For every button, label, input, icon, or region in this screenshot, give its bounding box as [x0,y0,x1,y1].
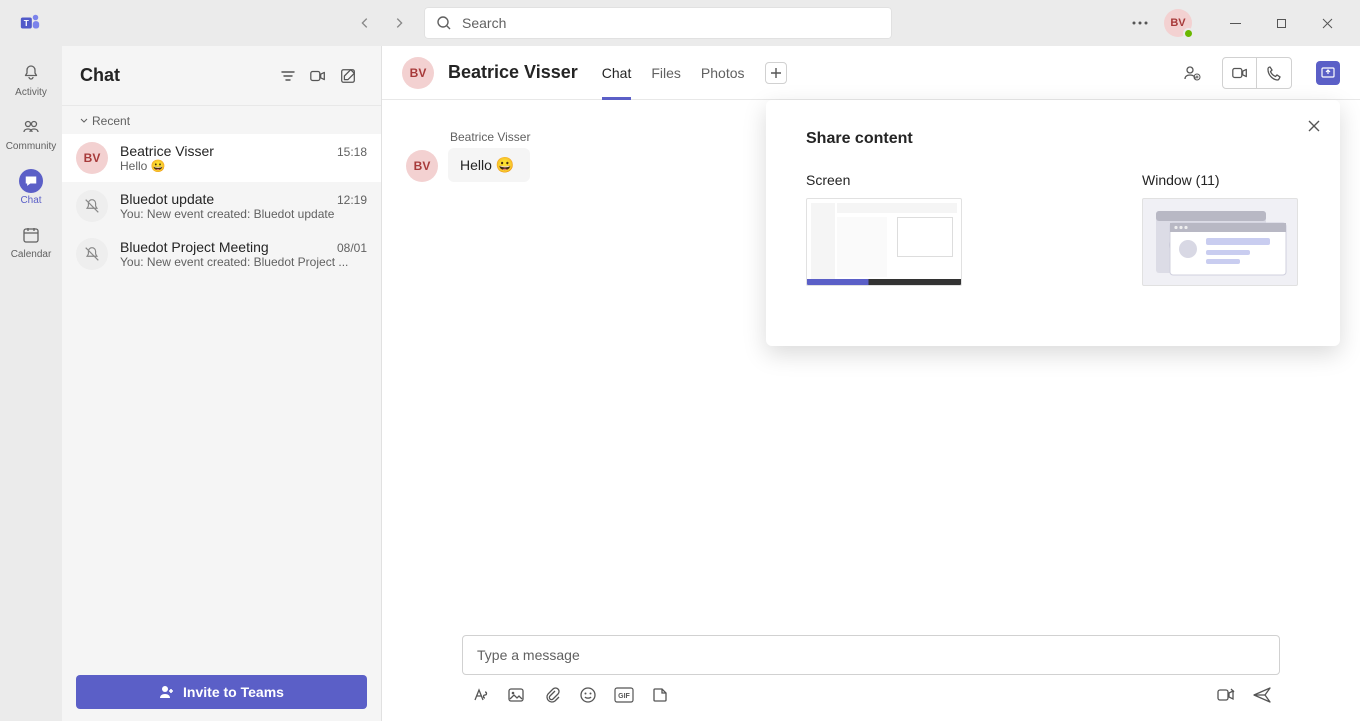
search-placeholder: Search [462,15,506,31]
tab-chat[interactable]: Chat [602,46,632,99]
video-clip-button[interactable] [1216,685,1236,705]
chat-item-title: Bluedot update [120,191,214,207]
share-content-popup: Share content Screen Window (11) [766,100,1340,346]
meet-now-button[interactable] [303,61,333,91]
search-icon [436,15,452,31]
people-icon [19,115,43,139]
sticker-button[interactable] [650,685,670,705]
chat-item-preview: You: New event created: Bluedot Project … [120,255,367,269]
attach-button[interactable] [542,685,562,705]
bell-icon [19,61,43,85]
calendar-icon [19,223,43,247]
composer-area: Type a message GIF [382,635,1360,721]
chat-list-header: Chat [62,46,381,106]
chat-icon [19,169,43,193]
chat-list-panel: Chat Recent BV Beatrice Visser 15:18 Hell… [62,46,382,721]
screen-thumbnail [806,198,962,286]
conversation-pane: BV Beatrice Visser Chat Files Photos BV … [382,46,1360,721]
title-bar: T Search BV [0,0,1360,46]
add-tab-button[interactable] [765,62,787,84]
share-screen-button[interactable] [1316,61,1340,85]
message-avatar: BV [406,150,438,182]
message-bubble[interactable]: Hello 😀 [448,148,530,182]
chat-item-time: 15:18 [337,145,367,159]
svg-text:GIF: GIF [618,693,630,700]
emoji-button[interactable] [578,685,598,705]
rail-calendar[interactable]: Calendar [0,214,62,268]
window-maximize-button[interactable] [1258,7,1304,39]
svg-text:T: T [24,19,29,28]
conversation-avatar: BV [402,57,434,89]
muted-icon [76,238,108,270]
search-input[interactable]: Search [424,7,892,39]
rail-community[interactable]: Community [0,106,62,160]
chat-list-title: Chat [80,65,273,86]
avatar: BV [76,142,108,174]
rail-activity[interactable]: Activity [0,52,62,106]
window-thumbnail [1142,198,1298,286]
chat-item-time: 08/01 [337,241,367,255]
chat-item-bluedot-update[interactable]: Bluedot update 12:19 You: New event creat… [62,182,381,230]
message-input[interactable]: Type a message [462,635,1280,675]
rail-chat[interactable]: Chat [0,160,62,214]
share-screen-option[interactable]: Screen [806,172,962,286]
person-add-icon [159,684,175,700]
presence-indicator [1183,28,1194,39]
recent-section[interactable]: Recent [62,106,381,134]
audio-call-button[interactable] [1257,58,1291,88]
tab-files[interactable]: Files [651,46,681,99]
conversation-title: Beatrice Visser [448,62,578,83]
share-window-option[interactable]: Window (11) [1142,172,1298,286]
teams-logo-icon: T [10,12,50,34]
filter-button[interactable] [273,61,303,91]
call-button-group [1222,57,1292,89]
muted-icon [76,190,108,222]
chat-item-bluedot-meeting[interactable]: Bluedot Project Meeting 08/01 You: New ev… [62,230,381,278]
emoji-icon: 😀 [496,156,515,174]
nav-forward-button[interactable] [384,8,414,38]
chat-item-time: 12:19 [337,193,367,207]
chat-item-preview: You: New event created: Bluedot update [120,207,367,221]
chat-item-beatrice[interactable]: BV Beatrice Visser 15:18 Hello 😀 [62,134,381,182]
image-button[interactable] [506,685,526,705]
conversation-header: BV Beatrice Visser Chat Files Photos [382,46,1360,100]
people-add-button[interactable] [1176,57,1208,89]
chat-item-preview: Hello 😀 [120,159,367,173]
send-button[interactable] [1252,685,1272,705]
more-options-button[interactable] [1124,7,1156,39]
gif-button[interactable]: GIF [614,685,634,705]
window-minimize-button[interactable] [1212,7,1258,39]
close-share-popup-button[interactable] [1302,114,1326,138]
nav-back-button[interactable] [350,8,380,38]
video-call-button[interactable] [1223,58,1257,88]
window-close-button[interactable] [1304,7,1350,39]
chat-item-title: Bluedot Project Meeting [120,239,269,255]
app-rail: Activity Community Chat Calendar [0,46,62,721]
new-chat-button[interactable] [333,61,363,91]
message-sender: Beatrice Visser [450,130,530,144]
invite-to-teams-button[interactable]: Invite to Teams [76,675,367,709]
user-avatar[interactable]: BV [1164,9,1192,37]
tab-photos[interactable]: Photos [701,46,745,99]
chat-item-title: Beatrice Visser [120,143,214,159]
share-popup-title: Share content [806,130,1300,148]
format-button[interactable] [470,685,490,705]
chevron-down-icon [80,117,88,125]
